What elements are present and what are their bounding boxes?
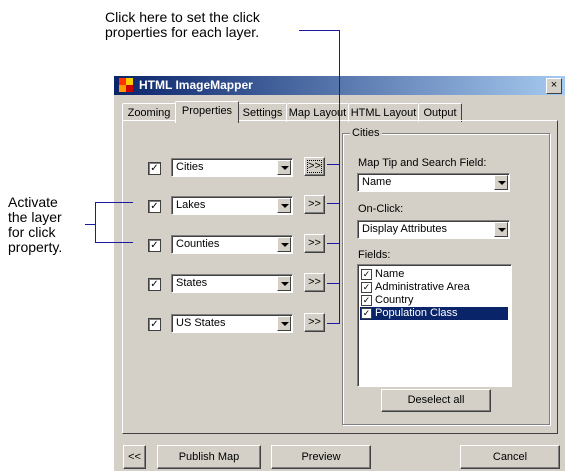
layer-enable-checkbox[interactable]: ✓ — [148, 239, 161, 252]
publish-map-button[interactable]: Publish Map — [157, 445, 261, 469]
layer-select-value: Lakes — [176, 199, 206, 211]
on-click-label: On-Click: — [358, 203, 404, 215]
back-button[interactable]: << — [123, 445, 146, 469]
field-name: Administrative Area — [375, 281, 470, 293]
field-name: Name — [375, 268, 405, 280]
field-checkbox[interactable]: ✓ — [361, 268, 372, 280]
layer-select-value: Counties — [176, 238, 220, 250]
tab-properties[interactable]: Properties — [175, 101, 239, 123]
cancel-button[interactable]: Cancel — [460, 445, 560, 469]
window-title: HTML ImageMapper — [139, 78, 253, 92]
field-checkbox[interactable]: ✓ — [361, 281, 372, 293]
chevron-down-icon[interactable] — [277, 237, 291, 252]
left-callout-line4: property. — [8, 239, 63, 255]
layer-select[interactable]: US States — [171, 314, 293, 333]
top-callout-branch — [327, 243, 340, 244]
chevron-down-icon[interactable] — [277, 276, 291, 291]
app-icon — [119, 78, 133, 92]
top-callout-line1: Click here to set the click — [105, 9, 260, 25]
map-tip-label: Map Tip and Search Field: — [358, 157, 487, 169]
fields-list[interactable]: ✓ Name ✓ Administrative Area ✓ Country ✓ Pop… — [357, 264, 512, 387]
left-callout-line3: for click — [8, 224, 56, 240]
top-callout-branch — [327, 203, 340, 204]
top-callout-leader — [299, 30, 340, 31]
layer-select-value: US States — [176, 317, 226, 329]
top-callout: Click here to set the click properties f… — [105, 10, 260, 40]
cities-group-title: Cities — [350, 127, 382, 139]
chevron-down-icon[interactable] — [494, 222, 508, 237]
top-callout-vertical — [339, 30, 340, 324]
layer-properties-button[interactable]: >> — [304, 273, 325, 292]
fields-label: Fields: — [358, 249, 391, 261]
field-name: Country — [375, 294, 414, 306]
layer-enable-checkbox[interactable]: ✓ — [148, 278, 161, 291]
map-tip-select[interactable]: Name — [357, 173, 510, 192]
layer-properties-button[interactable]: >> — [304, 157, 325, 176]
map-tip-value: Name — [362, 176, 392, 188]
preview-button[interactable]: Preview — [271, 445, 371, 469]
chevron-down-icon[interactable] — [277, 316, 291, 331]
left-callout-branch — [95, 242, 133, 243]
on-click-value: Display Attributes — [362, 223, 447, 235]
left-callout-line1: Activate — [8, 194, 58, 210]
layer-properties-button[interactable]: >> — [304, 195, 325, 214]
field-checkbox[interactable]: ✓ — [361, 294, 372, 306]
layer-enable-checkbox[interactable]: ✓ — [148, 200, 161, 213]
left-callout-line2: the layer — [8, 209, 62, 225]
top-callout-line2: properties for each layer. — [105, 24, 260, 40]
list-item[interactable]: ✓ Country — [361, 294, 414, 307]
field-name: Population Class — [375, 307, 458, 319]
list-item[interactable]: ✓ Administrative Area — [361, 281, 470, 294]
layer-select[interactable]: Lakes — [171, 196, 293, 215]
layer-properties-button[interactable]: >> — [304, 234, 325, 253]
close-icon[interactable]: × — [546, 78, 562, 94]
on-click-select[interactable]: Display Attributes — [357, 220, 510, 239]
chevron-down-icon[interactable] — [494, 175, 508, 190]
layer-enable-checkbox[interactable]: ✓ — [148, 318, 161, 331]
layer-select-value: States — [176, 277, 208, 289]
list-item[interactable]: ✓ Name — [361, 268, 404, 281]
layer-select[interactable]: Cities — [171, 158, 293, 177]
top-callout-branch — [327, 283, 340, 284]
top-callout-branch — [327, 164, 340, 165]
chevron-down-icon[interactable] — [277, 198, 291, 213]
layer-enable-checkbox[interactable]: ✓ — [148, 162, 161, 175]
left-callout-leader — [85, 224, 95, 225]
left-callout-vertical — [95, 202, 96, 243]
left-callout-branch — [95, 202, 133, 203]
layer-select-value: Cities — [176, 161, 204, 173]
top-callout-branch — [327, 323, 340, 324]
deselect-all-button[interactable]: Deselect all — [381, 389, 491, 412]
left-callout: Activate the layer for click property. — [8, 195, 62, 255]
layer-properties-button[interactable]: >> — [304, 313, 325, 332]
field-checkbox[interactable]: ✓ — [361, 307, 372, 319]
chevron-down-icon[interactable] — [277, 160, 291, 175]
layer-select[interactable]: States — [171, 274, 293, 293]
list-item-selected[interactable]: ✓ Population Class — [360, 307, 508, 320]
layer-select[interactable]: Counties — [171, 235, 293, 254]
